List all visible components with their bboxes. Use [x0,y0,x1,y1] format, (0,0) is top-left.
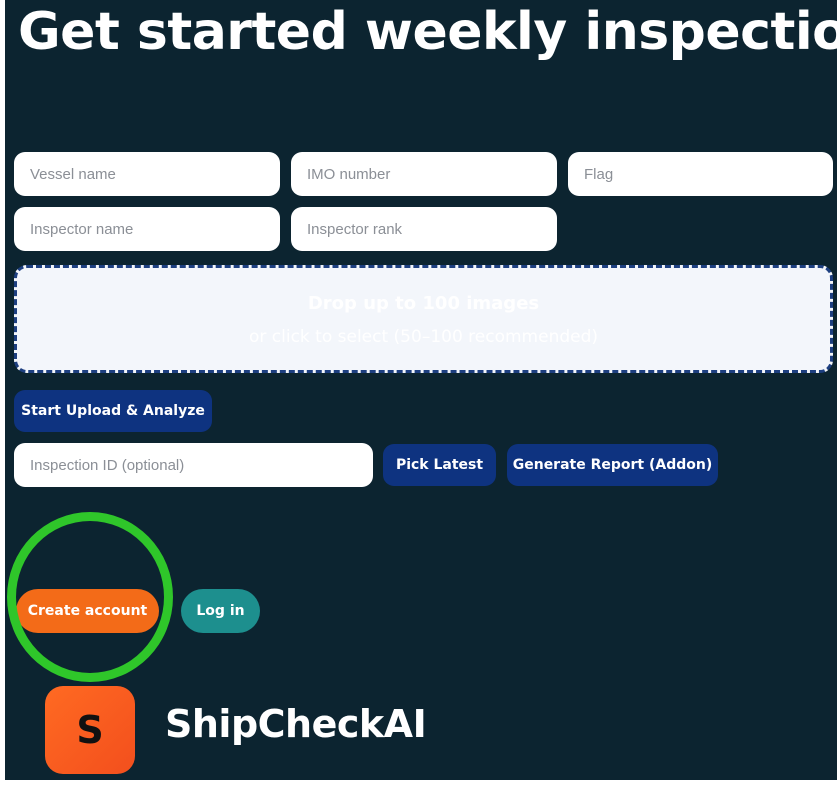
shipcheckai-logo-icon: S [45,686,135,774]
pick-latest-button[interactable]: Pick Latest [383,444,496,486]
dropzone-subtitle: or click to select (50–100 recommended) [248,327,599,347]
generate-report-button[interactable]: Generate Report (Addon) [507,444,718,486]
logo-letter: S [76,708,104,752]
highlight-circle-annotation [7,512,173,682]
brand-name: ShipCheckAI [165,702,427,746]
inspection-id-input[interactable] [14,443,373,487]
image-dropzone[interactable]: Drop up to 100 images or click to select… [14,265,833,373]
page-title: Get started weekly inspection [18,2,837,62]
vessel-name-input[interactable] [14,152,280,196]
app-page: Get started weekly inspection Drop up to… [5,0,837,780]
imo-number-input[interactable] [291,152,557,196]
dropzone-title: Drop up to 100 images [307,293,540,314]
inspector-rank-input[interactable] [291,207,557,251]
flag-input[interactable] [568,152,833,196]
log-in-button[interactable]: Log in [181,589,260,633]
start-upload-analyze-button[interactable]: Start Upload & Analyze [14,390,212,432]
inspector-name-input[interactable] [14,207,280,251]
